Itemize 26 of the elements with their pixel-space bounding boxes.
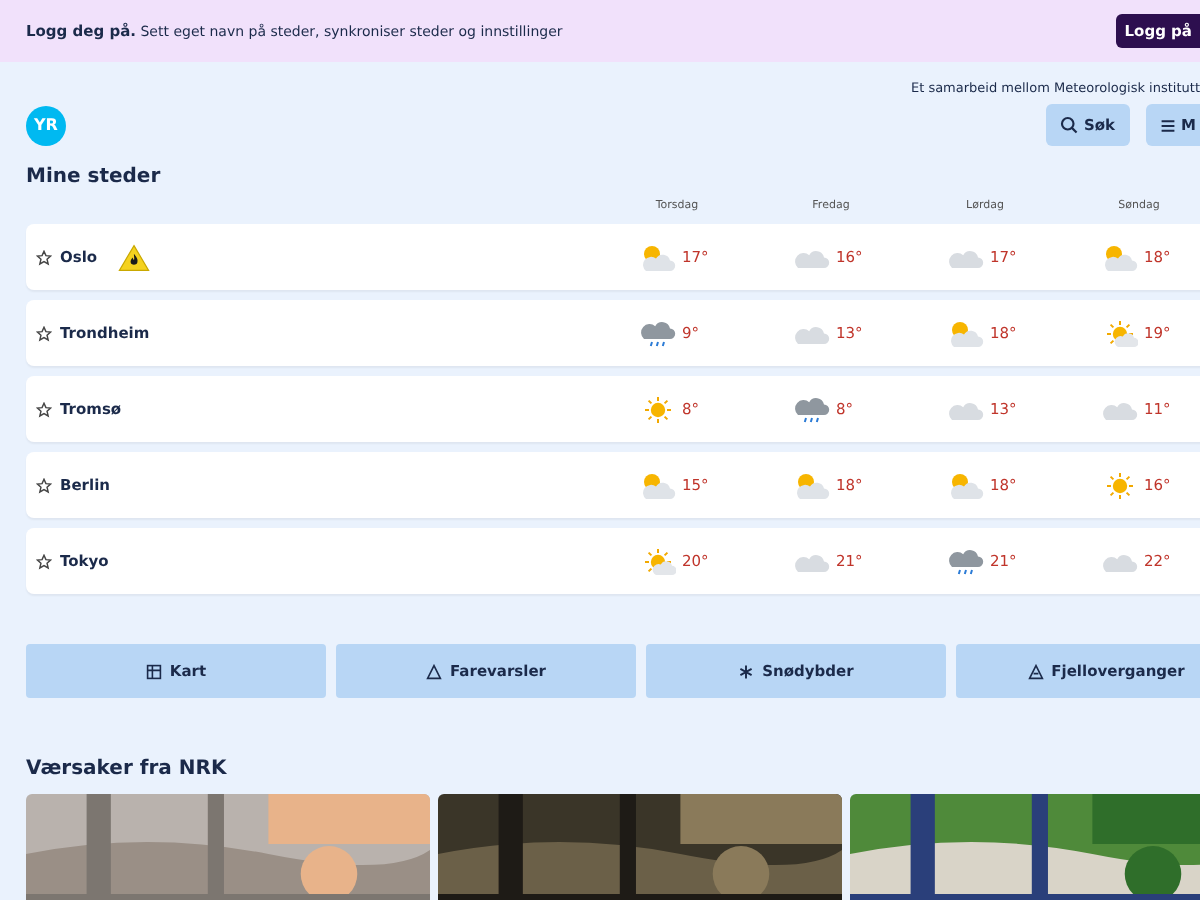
- star-icon[interactable]: [36, 401, 52, 417]
- sun-cloud-icon: [640, 547, 676, 575]
- section-title: Værsaker fra NRK: [26, 758, 229, 780]
- search-icon: [1059, 116, 1078, 134]
- star-icon[interactable]: [36, 553, 52, 569]
- sun-cloud-icon: [794, 471, 830, 499]
- sun-icon: [640, 395, 676, 423]
- menu-icon: [1159, 117, 1176, 133]
- sun-icon: [1102, 471, 1138, 499]
- rain-cloud-icon: [794, 395, 830, 423]
- sun-cloud-icon: [1102, 319, 1138, 347]
- snowflake-icon: [738, 663, 755, 679]
- mountain-icon: [1027, 663, 1044, 679]
- sun-cloud-icon: [640, 471, 676, 499]
- star-icon[interactable]: [36, 325, 52, 341]
- section-title: Mine steder: [26, 166, 163, 188]
- map-icon: [145, 663, 162, 679]
- rain-cloud-icon: [640, 319, 676, 347]
- star-icon[interactable]: [36, 477, 52, 493]
- warning-icon: [426, 663, 442, 679]
- sun-cloud-icon: [640, 243, 676, 271]
- sun-cloud-icon: [948, 471, 984, 499]
- sun-cloud-icon: [1102, 243, 1138, 271]
- rain-cloud-icon: [948, 547, 984, 575]
- star-icon[interactable]: [36, 249, 52, 265]
- sun-cloud-icon: [948, 319, 984, 347]
